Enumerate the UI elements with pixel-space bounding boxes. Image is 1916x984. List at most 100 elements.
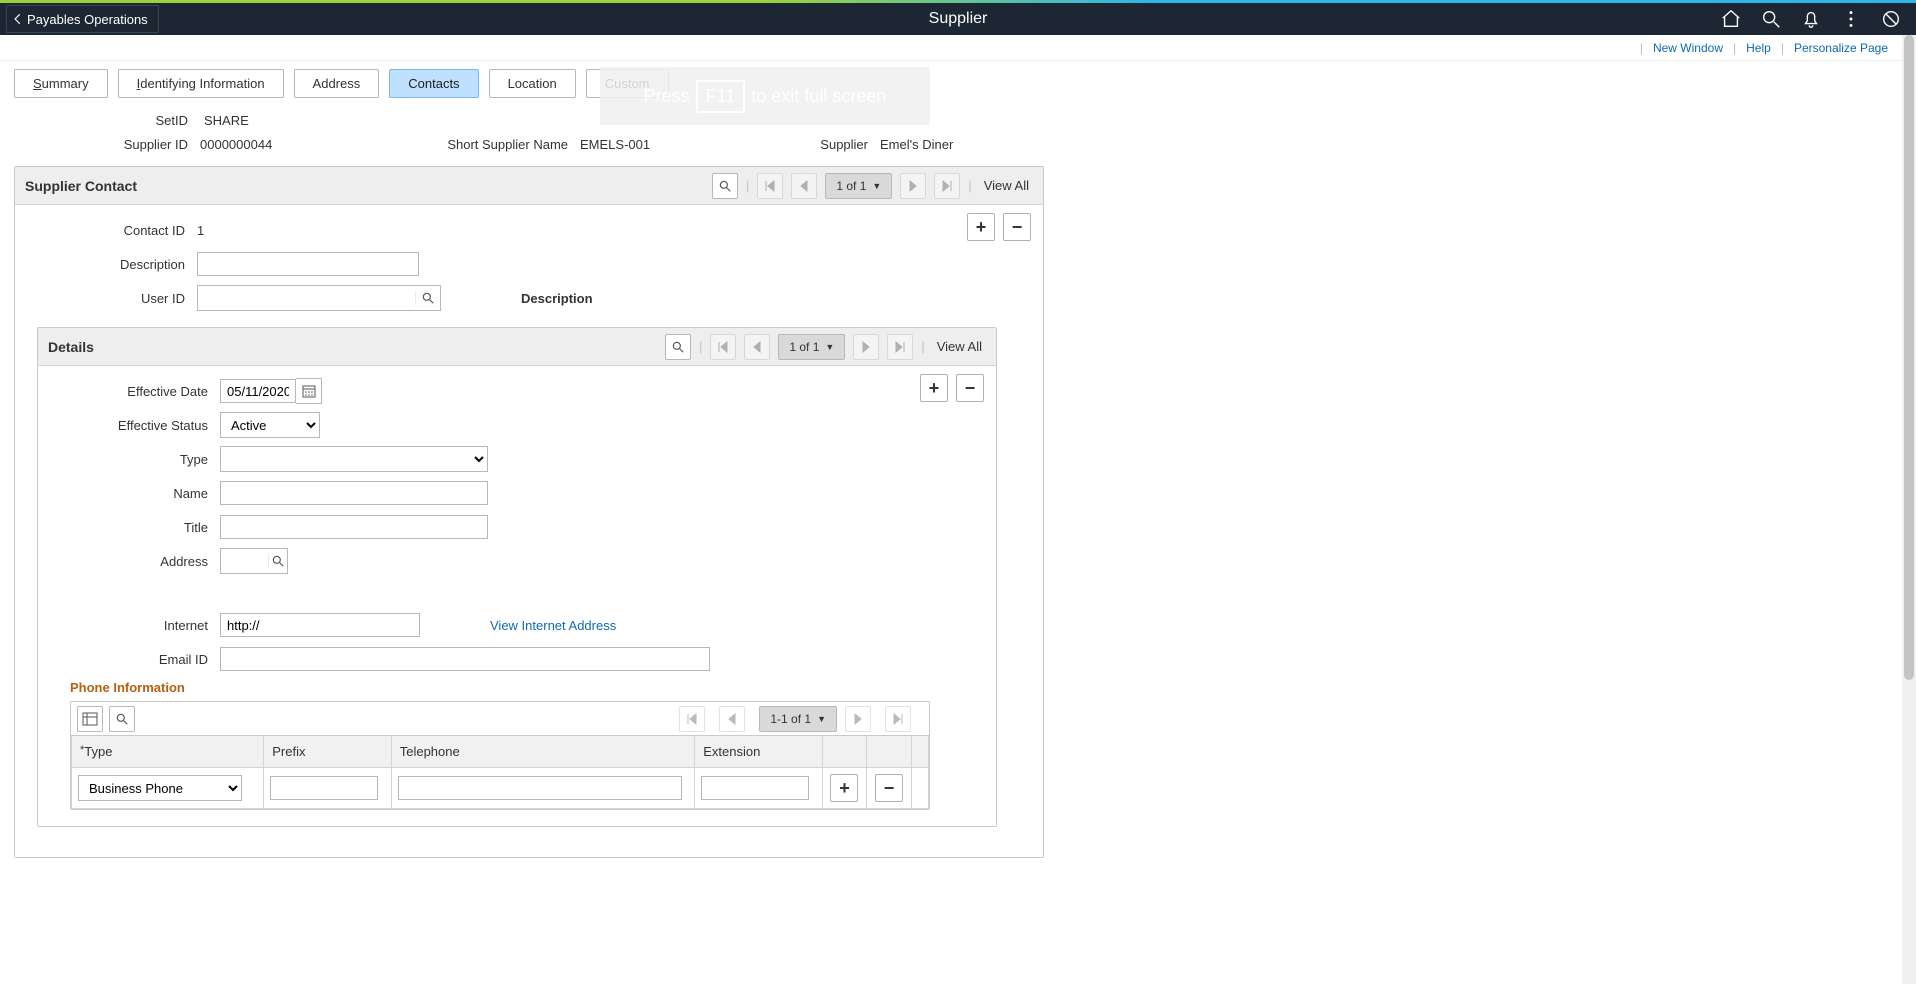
grid-row-counter[interactable]: 1 of 1▼ [825, 173, 892, 199]
delete-row-button[interactable]: − [1003, 213, 1031, 241]
supplierid-value: 0000000044 [200, 137, 272, 152]
phone-table: *Type Prefix Telephone Extension [71, 736, 929, 809]
search-icon[interactable] [1760, 8, 1782, 30]
calendar-icon [302, 384, 316, 398]
grid-last-button[interactable] [887, 334, 913, 360]
delete-row-button[interactable]: − [956, 374, 984, 402]
grid-next-button[interactable] [853, 334, 879, 360]
tab-contacts[interactable]: Contacts [389, 69, 478, 98]
notifications-icon[interactable] [1800, 8, 1822, 30]
setid-label: SetID [20, 113, 200, 128]
address-fld-label: Address [50, 554, 220, 569]
shortname-label: Short Supplier Name [440, 137, 580, 152]
address-input[interactable] [221, 550, 268, 572]
delete-row-button[interactable]: − [875, 774, 903, 802]
navbar-icon[interactable] [1880, 8, 1902, 30]
chevron-down-icon: ▼ [817, 714, 826, 724]
contactid-label: Contact ID [27, 223, 197, 238]
separator: | [1733, 41, 1736, 55]
tab-summary[interactable]: Summary [14, 69, 108, 98]
userid-desc-label: Description [521, 291, 593, 306]
effstatus-select[interactable]: Active [220, 412, 320, 438]
supplier-label: Supplier [810, 137, 880, 152]
grid-find-button[interactable] [712, 173, 738, 199]
tab-location[interactable]: Location [489, 69, 576, 98]
separator: | [1781, 41, 1784, 55]
type-label: Type [50, 452, 220, 467]
back-button[interactable]: Payables Operations [6, 5, 159, 33]
tab-identifying[interactable]: Identifying Information [118, 69, 284, 98]
chevron-down-icon: ▼ [872, 181, 881, 191]
grid-first-button[interactable] [679, 706, 705, 732]
phone-extension-input[interactable] [701, 776, 809, 800]
tab-custom[interactable]: Custom [586, 69, 669, 98]
phone-prefix-input[interactable] [270, 776, 378, 800]
back-label: Payables Operations [27, 12, 148, 27]
grid-prev-button[interactable] [791, 173, 817, 199]
grid-last-button[interactable] [934, 173, 960, 199]
grid-next-button[interactable] [845, 706, 871, 732]
scrollbar-thumb[interactable] [1904, 35, 1914, 680]
vertical-scrollbar[interactable] [1902, 35, 1916, 984]
grid-next-button[interactable] [900, 173, 926, 199]
grid-view-all[interactable]: View All [984, 178, 1029, 193]
effstatus-label: Effective Status [50, 418, 220, 433]
grid-find-button[interactable] [665, 334, 691, 360]
col-extension: Extension [695, 736, 822, 768]
grid-personalize-button[interactable] [77, 706, 103, 732]
description-input[interactable] [197, 252, 419, 276]
phone-grid: 1-1 of 1▼ *Type Prefix Telephone [70, 701, 930, 810]
page-tabs: Summary Identifying Information Address … [14, 69, 1520, 98]
separator: | [746, 178, 749, 193]
phone-type-select[interactable]: Business Phone [78, 775, 242, 801]
tab-address-label: Address [313, 76, 361, 91]
grid-row-counter[interactable]: 1-1 of 1▼ [759, 706, 837, 732]
grid-row-counter[interactable]: 1 of 1▼ [778, 334, 845, 360]
add-row-button[interactable]: + [830, 774, 858, 802]
col-telephone: Telephone [391, 736, 695, 768]
effdate-label: Effective Date [50, 384, 220, 399]
separator: | [699, 339, 702, 354]
title-fld-label: Title [50, 520, 220, 535]
grid-find-button[interactable] [109, 706, 135, 732]
address-lookup-button[interactable] [268, 554, 287, 568]
grid-first-button[interactable] [757, 173, 783, 199]
supplier-contact-section: Supplier Contact | 1 of 1▼ | View All + … [14, 166, 1044, 858]
name-input[interactable] [220, 481, 488, 505]
add-row-button[interactable]: + [967, 213, 995, 241]
tab-location-label: Location [508, 76, 557, 91]
tab-address[interactable]: Address [294, 69, 380, 98]
internet-input[interactable] [220, 613, 420, 637]
type-select[interactable] [220, 446, 488, 472]
separator: | [921, 339, 924, 354]
phone-telephone-input[interactable] [398, 776, 682, 800]
email-label: Email ID [50, 652, 220, 667]
supplier-contact-title: Supplier Contact [25, 178, 137, 194]
page-title: Supplier [929, 10, 988, 28]
add-row-button[interactable]: + [920, 374, 948, 402]
grid-view-all[interactable]: View All [937, 339, 982, 354]
main-content: Press F11 to exit full screen Summary Id… [0, 69, 1520, 912]
tab-summary-label-rest: ummary [42, 76, 89, 91]
actions-menu-icon[interactable] [1840, 8, 1862, 30]
contactid-value: 1 [197, 223, 204, 238]
help-link[interactable]: Help [1746, 41, 1771, 55]
new-window-link[interactable]: New Window [1653, 41, 1723, 55]
grid-first-button[interactable] [710, 334, 736, 360]
effdate-input[interactable] [220, 379, 296, 403]
grid-prev-button[interactable] [744, 334, 770, 360]
home-icon[interactable] [1720, 8, 1742, 30]
userid-lookup-button[interactable] [415, 291, 440, 305]
userid-label: User ID [27, 291, 197, 306]
userid-input[interactable] [198, 287, 415, 309]
grid-last-button[interactable] [885, 706, 911, 732]
personalize-page-link[interactable]: Personalize Page [1794, 41, 1888, 55]
title-input[interactable] [220, 515, 488, 539]
phone-section-title: Phone Information [70, 680, 984, 695]
view-internet-link[interactable]: View Internet Address [490, 618, 616, 633]
supplier-contact-grid-nav: | 1 of 1▼ | View All [712, 173, 1033, 199]
effdate-calendar-button[interactable] [296, 378, 322, 404]
tab-contacts-label: Contacts [408, 76, 459, 91]
email-input[interactable] [220, 647, 710, 671]
grid-prev-button[interactable] [719, 706, 745, 732]
